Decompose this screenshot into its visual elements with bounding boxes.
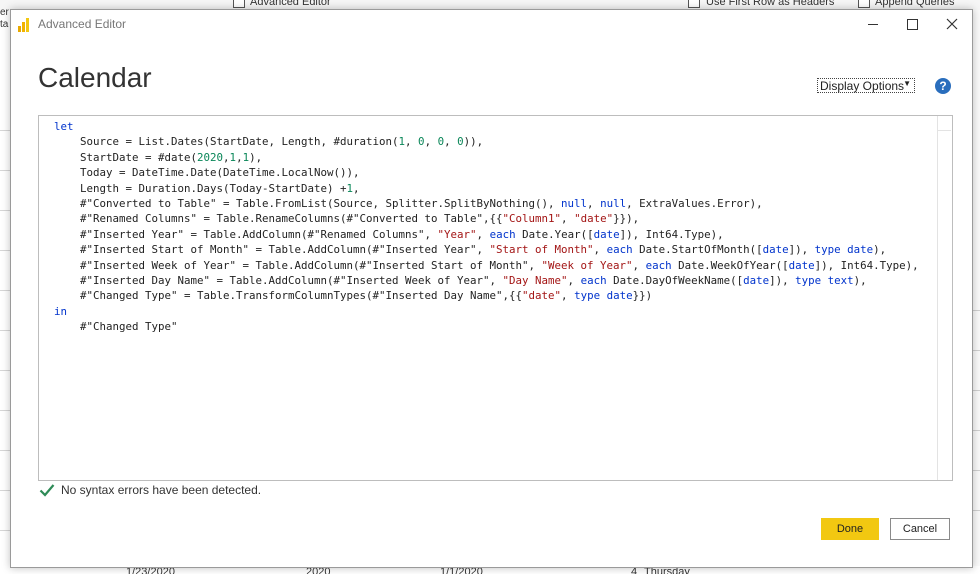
bg-grid-line: [0, 250, 10, 251]
code-line[interactable]: #"Changed Type": [54, 319, 919, 334]
chevron-down-icon: ▼: [903, 79, 911, 88]
code-line[interactable]: Length = Duration.Days(Today-StartDate) …: [54, 181, 919, 196]
code-editor[interactable]: let Source = List.Dates(StartDate, Lengt…: [38, 115, 953, 481]
code-line[interactable]: Source = List.Dates(StartDate, Length, #…: [54, 134, 919, 149]
bg-grid-line: [0, 210, 10, 211]
code-line[interactable]: #"Changed Type" = Table.TransformColumnT…: [54, 288, 919, 303]
window-title: Advanced Editor: [38, 17, 127, 31]
done-button[interactable]: Done: [821, 518, 879, 540]
bg-grid-line: [0, 410, 10, 411]
bg-grid-line: [0, 450, 10, 451]
advanced-editor-dialog: Advanced Editor Calendar Display Options…: [10, 9, 973, 568]
bg-ribbon-advanced-editor[interactable]: Advanced Editor: [250, 0, 331, 8]
bg-grid-line: [972, 390, 980, 391]
title-bar[interactable]: Advanced Editor: [11, 10, 972, 40]
bg-grid-line: [0, 490, 10, 491]
help-label: ?: [939, 79, 947, 93]
bg-ribbon-icon: [688, 0, 700, 8]
close-button[interactable]: [934, 10, 970, 38]
code-line[interactable]: in: [54, 304, 919, 319]
query-name-heading: Calendar: [38, 62, 152, 93]
code-line[interactable]: StartDate = #date(2020,1,1),: [54, 150, 919, 165]
bg-left-label: er: [0, 7, 9, 18]
code-line[interactable]: #"Inserted Year" = Table.AddColumn(#"Ren…: [54, 227, 919, 242]
maximize-button[interactable]: [894, 10, 930, 38]
code-line[interactable]: Today = DateTime.Date(DateTime.LocalNow(…: [54, 165, 919, 180]
background-right-pane: [972, 10, 980, 566]
code-line[interactable]: #"Renamed Columns" = Table.RenameColumns…: [54, 211, 919, 226]
bg-grid-line: [0, 170, 10, 171]
code-line[interactable]: #"Inserted Start of Month" = Table.AddCo…: [54, 242, 919, 257]
vertical-scrollbar[interactable]: [937, 116, 938, 480]
bg-grid-line: [972, 350, 980, 351]
bg-grid-line: [0, 530, 10, 531]
checkmark-icon: [39, 484, 55, 497]
code-text[interactable]: let Source = List.Dates(StartDate, Lengt…: [54, 119, 919, 334]
bg-ribbon-first-row-headers[interactable]: Use First Row as Headers: [706, 0, 834, 8]
display-options-dropdown[interactable]: Display Options ▼: [817, 78, 915, 93]
help-icon[interactable]: ?: [935, 78, 951, 94]
power-bi-icon: [18, 17, 33, 32]
bg-left-label: ta: [0, 19, 9, 30]
scrollbar-corner: [937, 116, 951, 131]
syntax-status: No syntax errors have been detected.: [39, 483, 261, 497]
bg-grid-line: [972, 310, 980, 311]
display-options-label: Display Options: [820, 78, 905, 93]
bg-ribbon-icon: [858, 0, 870, 8]
minimize-button[interactable]: [855, 10, 891, 38]
bg-grid-line: [0, 330, 10, 331]
maximize-icon: [906, 18, 918, 30]
code-line[interactable]: #"Inserted Day Name" = Table.AddColumn(#…: [54, 273, 919, 288]
code-line[interactable]: let: [54, 119, 919, 134]
bg-grid-line: [972, 430, 980, 431]
minimize-icon: [868, 23, 878, 25]
bg-grid-line: [972, 510, 980, 511]
bg-grid-line: [972, 470, 980, 471]
close-icon: [946, 18, 958, 30]
cancel-button[interactable]: Cancel: [890, 518, 950, 540]
status-text: No syntax errors have been detected.: [61, 483, 262, 497]
bg-grid-line: [0, 130, 10, 131]
bg-ribbon-append-queries[interactable]: Append Queries: [875, 0, 955, 8]
code-line[interactable]: #"Inserted Week of Year" = Table.AddColu…: [54, 258, 919, 273]
bg-ribbon-icon: [233, 0, 245, 8]
bg-grid-line: [0, 290, 10, 291]
bg-grid-line: [0, 370, 10, 371]
code-line[interactable]: #"Converted to Table" = Table.FromList(S…: [54, 196, 919, 211]
